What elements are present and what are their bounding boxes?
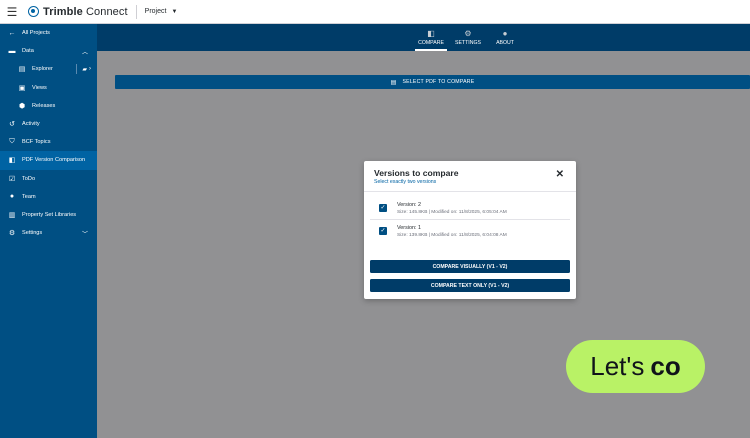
sidebar-item-bcf-topics[interactable]: ⛉ BCF Topics: [0, 133, 97, 151]
sidebar-item-label: Team: [22, 193, 36, 200]
close-icon[interactable]: ✕: [556, 170, 564, 180]
menu-icon[interactable]: ☰: [0, 0, 24, 24]
sidebar-item-settings[interactable]: ⚙ Settings ﹀: [0, 224, 97, 242]
explorer-actions: ▰ ›: [76, 64, 91, 75]
team-icon: ●: [9, 193, 15, 201]
view-icon: ▣: [18, 84, 26, 92]
version-row[interactable]: ✓ Version: 1 Size: 139.8KB | Modified on…: [370, 221, 570, 243]
sidebar-item-data[interactable]: ▬ Data ︿: [0, 42, 97, 60]
version-name: Version: 2: [397, 202, 421, 208]
bubble-text-bold: co: [650, 351, 681, 381]
gear-icon: ⚙: [464, 29, 472, 38]
brand-logo[interactable]: Trimble Connect: [28, 6, 128, 18]
project-label: Project: [144, 8, 167, 15]
compare-text-button[interactable]: COMPARE TEXT ONLY (V1 - V2): [370, 279, 570, 292]
folder-open-icon[interactable]: ▰: [82, 66, 87, 73]
brand-name: Trimble Connect: [43, 5, 128, 18]
sidebar-item-team[interactable]: ● Team: [0, 188, 97, 206]
version-meta: Size: 139.8KB | Modified on: 11/8/2025, …: [397, 233, 507, 238]
checkbox-icon: ☑: [8, 175, 16, 183]
tab-settings[interactable]: ⚙ SETTINGS: [450, 24, 486, 51]
sidebar-item-label: Releases: [32, 102, 56, 109]
sidebar-item-all-projects[interactable]: ← All Projects: [0, 24, 97, 42]
version-meta: Size: 145.8KB | Modified on: 11/8/2025, …: [397, 210, 507, 215]
sidebar-item-label: All Projects: [22, 30, 50, 37]
shield-icon: ⛉: [9, 138, 15, 146]
folder-tree-icon: ▤: [18, 66, 26, 74]
sidebar-item-pdf-version-comparison[interactable]: ◧ PDF Version Comparison: [0, 151, 97, 170]
version-checkbox[interactable]: ✓: [379, 227, 387, 235]
library-icon: ▥: [8, 211, 16, 219]
sidebar-item-label: Property Set Libraries: [22, 211, 77, 218]
sidebar-item-label: Views: [32, 84, 47, 91]
divider: [76, 64, 78, 75]
chevron-right-icon[interactable]: ›: [89, 66, 91, 72]
chevron-up-icon[interactable]: ︿: [82, 47, 88, 56]
promo-bubble: Let's co: [566, 340, 705, 393]
sidebar-item-label: Activity: [22, 121, 40, 128]
trimble-logo-icon: [28, 6, 39, 17]
sidebar-item-activity[interactable]: ↺ Activity: [0, 115, 97, 133]
sidebar-item-todo[interactable]: ☑ ToDo: [0, 170, 97, 188]
top-bar: ☰ Trimble Connect Project ▼: [0, 0, 750, 24]
select-pdf-label: SELECT PDF TO COMPARE: [402, 79, 475, 85]
tab-label: ABOUT: [496, 40, 514, 46]
extension-header: ◧ COMPARE ⚙ SETTINGS ● ABOUT: [97, 24, 750, 51]
compare-icon: ◧: [427, 29, 435, 38]
sidebar-item-property-set-libraries[interactable]: ▥ Property Set Libraries: [0, 206, 97, 224]
gear-icon: ⚙: [8, 230, 16, 238]
modal-subtitle: Select exactly two versions: [374, 179, 437, 185]
sidebar-item-explorer[interactable]: ▤ Explorer ▰ ›: [0, 60, 97, 78]
tab-label: SETTINGS: [455, 40, 481, 46]
tab-label: COMPARE: [418, 40, 444, 46]
sidebar-item-label: Settings: [22, 230, 43, 237]
project-dropdown[interactable]: Project ▼: [145, 8, 178, 15]
divider: [135, 4, 137, 19]
sidebar-item-releases[interactable]: ⬢ Releases: [0, 97, 97, 115]
caret-down-icon: ▼: [171, 8, 178, 15]
version-checkbox[interactable]: ✓: [379, 204, 387, 212]
document-icon: ▤: [390, 79, 397, 86]
release-icon: ⬢: [18, 102, 26, 110]
divider: [364, 191, 576, 192]
select-pdf-button[interactable]: ▤ SELECT PDF TO COMPARE: [115, 75, 750, 89]
info-icon: ●: [502, 29, 508, 38]
bubble-text: Let's: [590, 351, 645, 381]
compare-visually-button[interactable]: COMPARE VISUALLY (V1 - V2): [370, 260, 570, 273]
sidebar-item-label: Explorer: [32, 66, 53, 73]
version-name: Version: 1: [397, 225, 421, 231]
tab-bar: ◧ COMPARE ⚙ SETTINGS ● ABOUT: [413, 24, 524, 51]
tab-compare[interactable]: ◧ COMPARE: [413, 24, 449, 51]
versions-modal: Versions to compare Select exactly two v…: [364, 161, 576, 299]
sidebar-item-label: Data: [22, 48, 34, 55]
folder-icon: ▬: [8, 47, 16, 55]
pdf-compare-icon: ◧: [8, 157, 16, 165]
sidebar-item-label: ToDo: [22, 175, 36, 182]
version-row[interactable]: ✓ Version: 2 Size: 145.8KB | Modified on…: [370, 198, 570, 220]
sidebar-item-views[interactable]: ▣ Views: [0, 79, 97, 97]
chevron-down-icon[interactable]: ﹀: [82, 229, 88, 238]
history-icon: ↺: [9, 121, 15, 129]
sidebar-item-label: PDF Version Comparison: [22, 157, 86, 164]
modal-title: Versions to compare: [374, 168, 459, 178]
sidebar: ← All Projects ▬ Data ︿ ▤ Explorer ▰ › ▣…: [0, 24, 97, 438]
sidebar-item-label: BCF Topics: [22, 139, 51, 146]
tab-about[interactable]: ● ABOUT: [487, 24, 523, 51]
arrow-left-icon: ←: [8, 29, 16, 37]
